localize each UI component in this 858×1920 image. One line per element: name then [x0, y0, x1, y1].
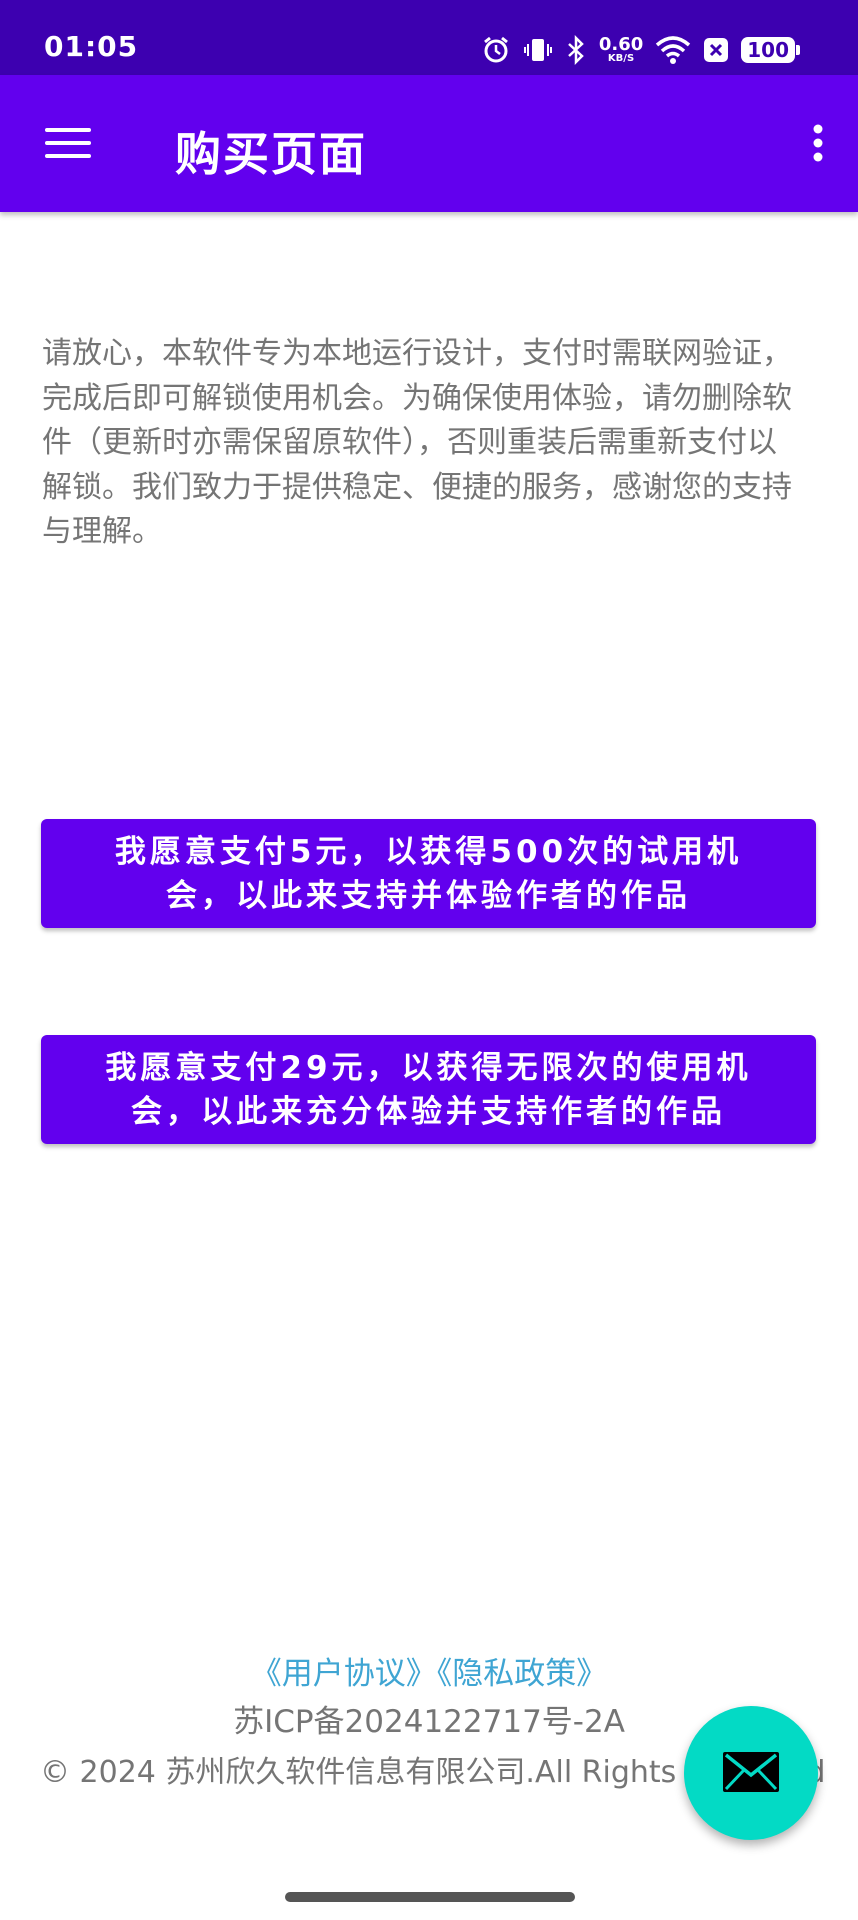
- app-bar: 购买页面: [0, 75, 858, 212]
- vibrate-icon: [523, 35, 553, 65]
- status-bar: 01:05 0.60 KB/S 100: [0, 0, 858, 75]
- battery-icon: 100: [741, 37, 800, 63]
- status-icons: 0.60 KB/S 100: [481, 30, 800, 70]
- mail-fab-button[interactable]: [684, 1706, 818, 1840]
- bluetooth-icon: [565, 35, 587, 65]
- pay-29-yuan-button[interactable]: 我愿意支付29元，以获得无限次的使用机会，以此来充分体验并支持作者的作品: [41, 1035, 816, 1144]
- x-notification-icon: [703, 37, 729, 63]
- net-speed: 0.60 KB/S: [598, 34, 644, 64]
- footer-links: 《用户协议》《隐私政策》: [0, 1648, 858, 1693]
- mail-icon: [722, 1751, 780, 1796]
- alarm-icon: [481, 35, 511, 65]
- more-vert-icon[interactable]: [788, 113, 848, 173]
- page-title: 购买页面: [175, 127, 367, 181]
- pay-5-yuan-button[interactable]: 我愿意支付5元，以获得500次的试用机会，以此来支持并体验作者的作品: [41, 819, 816, 928]
- user-agreement-link[interactable]: 《用户协议》: [251, 1656, 437, 1692]
- home-indicator[interactable]: [285, 1892, 575, 1902]
- notice-text: 请放心，本软件专为本地运行设计，支付时需联网验证，完成后即可解锁使用机会。为确保…: [42, 336, 792, 549]
- hamburger-menu-icon[interactable]: [28, 113, 108, 173]
- wifi-icon: [655, 35, 691, 65]
- status-time: 01:05: [44, 30, 139, 63]
- privacy-policy-link[interactable]: 《隐私政策》: [437, 1656, 608, 1692]
